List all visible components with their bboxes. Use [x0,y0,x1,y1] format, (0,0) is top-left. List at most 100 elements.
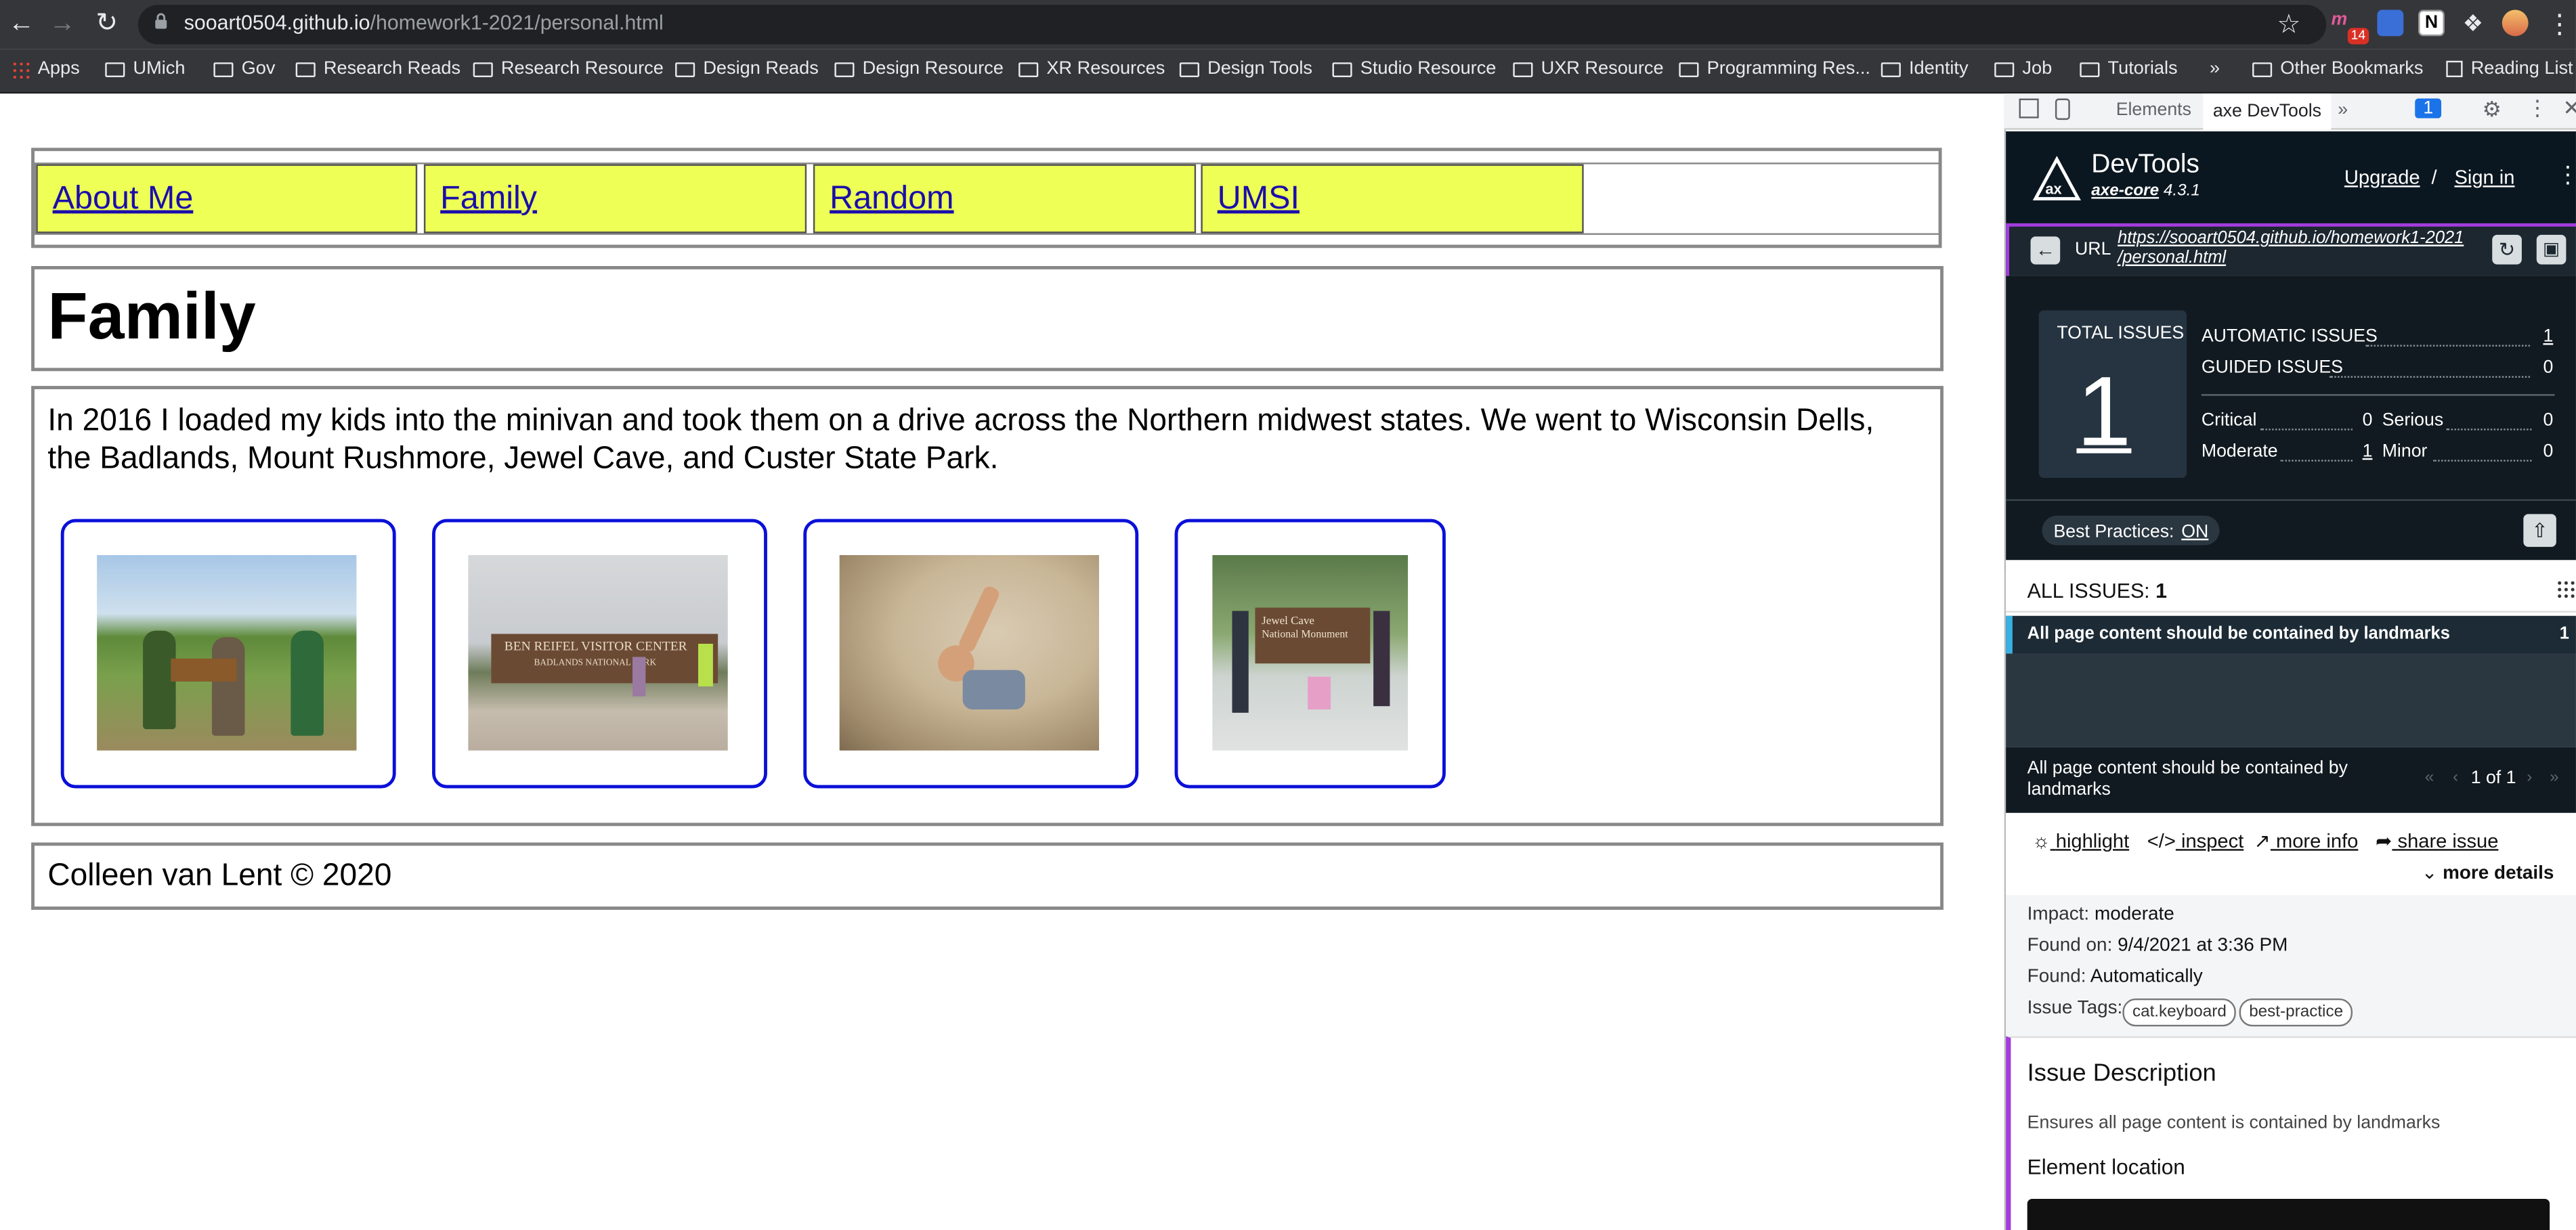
minor-count: 0 [2543,441,2554,462]
scanned-url[interactable]: https://sooart0504.github.io/homework1-2… [2118,228,2464,267]
device-toolbar-icon[interactable] [2055,98,2070,120]
extension-blue-icon[interactable] [2377,9,2404,37]
critical-count: 0 [2362,410,2373,431]
link-separator: / [2431,166,2437,189]
folder-icon [105,61,125,76]
close-icon[interactable]: ✕ [2563,95,2576,122]
intro-paragraph: In 2016 I loaded my kids into the miniva… [47,403,1874,477]
share-issue-button[interactable]: ➦ share issue [2376,829,2498,852]
highlight-icon: ☼ [2032,829,2051,853]
folder-icon [1018,61,1039,76]
reading-list-button[interactable]: Reading List [2446,56,2573,82]
bookmark-xr-resources[interactable]: XR Resources [1018,56,1165,82]
url-path: /homework1-2021/personal.html [370,11,664,35]
leader-dots [2280,460,2353,462]
photo-card [803,519,1139,789]
next-page-icon: › [2527,768,2533,787]
tag-best-practice: best-practice [2239,998,2353,1027]
rescan-icon[interactable]: ↻ [2492,234,2522,265]
nav-link-random[interactable]: Random [813,164,1197,234]
notion-icon[interactable]: N [2418,9,2445,37]
bookmark-apps[interactable]: Apps [11,56,80,82]
profile-avatar[interactable] [2502,9,2529,37]
moderate-label: Moderate [2201,441,2278,462]
nav-link-umsi[interactable]: UMSI [1201,164,1584,234]
axe-title: DevTools [2091,151,2199,179]
inspect-button[interactable]: </> inspect [2147,829,2244,852]
inspect-element-icon[interactable] [2019,98,2039,118]
impact-line: Impact: moderate [2027,904,2174,925]
grid-view-icon[interactable] [2556,579,2576,600]
footer-text: Colleen van Lent © 2020 [47,858,392,894]
star-icon[interactable]: ☆ [2277,8,2300,41]
moderate-count[interactable]: 1 [2363,442,2373,462]
svg-text:ax: ax [2045,180,2061,197]
bookmark-uxr-resource[interactable]: UXR Resource [1513,56,1664,82]
folder-icon [1679,61,1699,76]
issue-list-empty [2006,653,2576,747]
back-icon[interactable]: ← [5,8,38,41]
automatic-issues-count[interactable]: 1 [2543,327,2553,347]
bookmark-research-reads[interactable]: Research Reads [295,56,460,82]
devtools-menu-icon[interactable]: ⋮ [2527,95,2548,122]
bookmark-research-resource[interactable]: Research Resource [473,56,664,82]
photo-kid-climbing [839,554,1099,751]
folder-icon [1513,61,1533,76]
export-icon[interactable]: ⇧ [2523,514,2556,547]
page-title: Family [47,280,256,353]
leader-dots [2330,376,2531,378]
settings-gear-icon[interactable]: ⚙ [2483,97,2502,123]
axe-logo-icon: ax [2032,156,2081,200]
folder-icon [1179,61,1199,76]
tab-elements[interactable]: Elements [2116,100,2191,120]
bookmark-tutorials[interactable]: Tutorials [2080,56,2178,82]
bookmark-studio-resource[interactable]: Studio Resource [1332,56,1496,82]
chrome-menu-icon[interactable]: ⋮ [2546,8,2573,41]
reload-icon[interactable]: ↻ [90,8,123,41]
found-line: Found: Automatically [2027,967,2203,988]
total-issues-count[interactable]: 1 [2076,359,2131,464]
folder-icon [1881,61,1901,76]
save-icon[interactable]: ▣ [2536,234,2567,265]
back-arrow-icon[interactable]: ← [2030,236,2061,265]
code-icon: </> [2147,829,2176,853]
bookmark-identity[interactable]: Identity [1881,56,1969,82]
photo-card [60,519,396,789]
bookmark-design-resource[interactable]: Design Resource [834,56,1004,82]
tab-axe-devtools[interactable]: axe DevTools [2203,93,2332,130]
sign-in-link[interactable]: Sign in [2454,166,2514,189]
minor-label: Minor [2382,441,2428,462]
bookmark-design-reads[interactable]: Design Reads [675,56,819,82]
folder-icon [2080,61,2100,76]
upgrade-link[interactable]: Upgrade [2344,166,2420,189]
folder-icon [295,61,316,76]
highlight-button[interactable]: ☼ highlight [2032,829,2129,852]
bookmark-umich[interactable]: UMich [105,56,185,82]
bookmark-job[interactable]: Job [1994,56,2052,82]
axe-menu-icon[interactable]: ⋮ [2556,161,2576,189]
bookmarks-overflow-button[interactable]: » [2210,56,2220,82]
photo-badlands-sign: BEN REIFEL VISITOR CENTER BADLANDS NATIO… [468,554,728,751]
more-tabs-button[interactable]: » [2338,100,2348,120]
best-practices-toggle[interactable]: Best Practices: ON [2042,515,2220,546]
bookmark-gov[interactable]: Gov [213,56,275,82]
more-info-button[interactable]: ↗ more info [2254,829,2358,852]
summary-divider [2006,499,2576,501]
message-count-badge[interactable]: 1 [2415,98,2442,118]
folder-icon [834,61,855,76]
issue-tags-label: Issue Tags: [2027,998,2123,1019]
lock-icon [155,13,167,29]
url-text[interactable]: sooart0504.github.io/homework1-2021/pers… [184,12,664,35]
bookmark-programming-res[interactable]: Programming Res... [1679,56,1870,82]
guided-issues-label: GUIDED ISSUES [2201,357,2343,378]
more-details-toggle[interactable]: ⌄ more details [2422,860,2554,883]
nav-link-about-me[interactable]: About Me [36,164,418,234]
forward-icon[interactable]: → [46,8,79,41]
first-page-icon: « [2424,768,2434,787]
nav-link-family[interactable]: Family [423,164,807,234]
critical-label: Critical [2201,410,2257,431]
issue-detail-title: All page content should be contained by … [2027,758,2348,800]
bookmark-design-tools[interactable]: Design Tools [1179,56,1312,82]
puzzle-icon[interactable]: ❖ [2463,10,2483,38]
bookmark-other-bookmarks[interactable]: Other Bookmarks [2252,56,2423,82]
